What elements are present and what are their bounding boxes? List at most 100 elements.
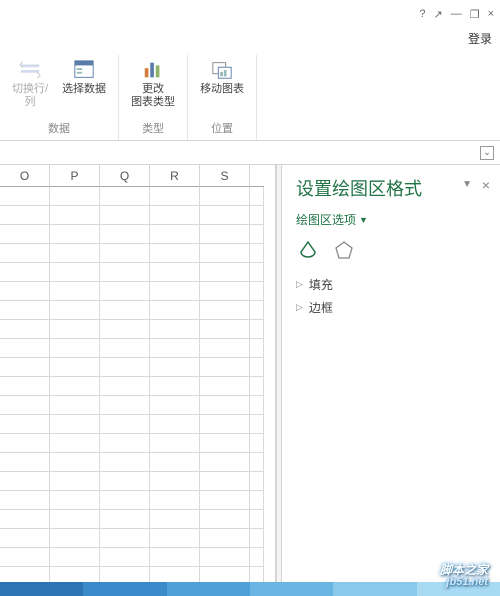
- cell[interactable]: [200, 472, 250, 491]
- cell[interactable]: [200, 453, 250, 472]
- cell[interactable]: [100, 244, 150, 263]
- cell[interactable]: [50, 225, 100, 244]
- cell[interactable]: [200, 282, 250, 301]
- cell[interactable]: [50, 301, 100, 320]
- cell[interactable]: [100, 529, 150, 548]
- cell[interactable]: [200, 548, 250, 567]
- cell[interactable]: [50, 320, 100, 339]
- cell[interactable]: [0, 415, 50, 434]
- cell[interactable]: [0, 434, 50, 453]
- cell[interactable]: [250, 377, 264, 396]
- cell[interactable]: [150, 510, 200, 529]
- cell[interactable]: [200, 339, 250, 358]
- cell[interactable]: [100, 396, 150, 415]
- cell[interactable]: [0, 453, 50, 472]
- cell[interactable]: [0, 396, 50, 415]
- cell[interactable]: [150, 453, 200, 472]
- cell[interactable]: [150, 263, 200, 282]
- cell[interactable]: [100, 282, 150, 301]
- cell[interactable]: [150, 415, 200, 434]
- cell[interactable]: [200, 301, 250, 320]
- cell[interactable]: [200, 206, 250, 225]
- cell[interactable]: [100, 339, 150, 358]
- cell[interactable]: [250, 434, 264, 453]
- expand-formula-bar-icon[interactable]: ⌄: [480, 146, 494, 160]
- cell[interactable]: [100, 377, 150, 396]
- cell[interactable]: [0, 244, 50, 263]
- cell[interactable]: [200, 491, 250, 510]
- cell[interactable]: [0, 529, 50, 548]
- ribbon-options-icon[interactable]: ↗: [433, 8, 442, 21]
- cell[interactable]: [200, 244, 250, 263]
- cell[interactable]: [200, 434, 250, 453]
- col-header[interactable]: O: [0, 165, 50, 187]
- cell[interactable]: [150, 225, 200, 244]
- cell[interactable]: [150, 434, 200, 453]
- cell[interactable]: [200, 396, 250, 415]
- col-header[interactable]: P: [50, 165, 100, 187]
- cell[interactable]: [200, 320, 250, 339]
- cell[interactable]: [0, 548, 50, 567]
- cell[interactable]: [250, 320, 264, 339]
- help-icon[interactable]: ?: [419, 8, 425, 20]
- maximize-icon[interactable]: ❐: [470, 8, 480, 21]
- cell[interactable]: [100, 358, 150, 377]
- cell[interactable]: [100, 453, 150, 472]
- cell[interactable]: [50, 529, 100, 548]
- cell[interactable]: [250, 453, 264, 472]
- cell[interactable]: [0, 301, 50, 320]
- fill-line-icon[interactable]: [298, 240, 318, 260]
- col-header[interactable]: Q: [100, 165, 150, 187]
- cell[interactable]: [50, 491, 100, 510]
- cell[interactable]: [150, 491, 200, 510]
- cell[interactable]: [200, 415, 250, 434]
- cell[interactable]: [0, 491, 50, 510]
- cell[interactable]: [50, 510, 100, 529]
- cell[interactable]: [150, 377, 200, 396]
- cell[interactable]: [250, 339, 264, 358]
- cell[interactable]: [100, 434, 150, 453]
- cell[interactable]: [50, 377, 100, 396]
- cell[interactable]: [100, 491, 150, 510]
- cell[interactable]: [250, 491, 264, 510]
- pane-selector[interactable]: 绘图区选项 ▼: [296, 211, 490, 228]
- cell[interactable]: [50, 282, 100, 301]
- cell[interactable]: [0, 225, 50, 244]
- cell[interactable]: [0, 206, 50, 225]
- cell[interactable]: [250, 358, 264, 377]
- cell[interactable]: [100, 472, 150, 491]
- cell[interactable]: [50, 434, 100, 453]
- cell[interactable]: [200, 510, 250, 529]
- cell[interactable]: [0, 377, 50, 396]
- cell[interactable]: [150, 206, 200, 225]
- cell[interactable]: [50, 396, 100, 415]
- cell[interactable]: [250, 301, 264, 320]
- cell[interactable]: [250, 206, 264, 225]
- cell[interactable]: [150, 472, 200, 491]
- cell[interactable]: [150, 548, 200, 567]
- cell[interactable]: [200, 529, 250, 548]
- cell[interactable]: [0, 510, 50, 529]
- cell[interactable]: [50, 548, 100, 567]
- login-link[interactable]: 登录: [0, 28, 500, 51]
- cell[interactable]: [250, 187, 264, 206]
- cell[interactable]: [150, 301, 200, 320]
- cell[interactable]: [250, 472, 264, 491]
- col-header[interactable]: S: [200, 165, 250, 187]
- worksheet-grid[interactable]: O P Q R S: [0, 165, 276, 595]
- cell[interactable]: [150, 339, 200, 358]
- close-icon[interactable]: ×: [488, 8, 494, 20]
- border-section[interactable]: ▷ 边框: [296, 299, 490, 316]
- cell[interactable]: [250, 225, 264, 244]
- cell[interactable]: [50, 263, 100, 282]
- cell[interactable]: [0, 339, 50, 358]
- cell[interactable]: [250, 510, 264, 529]
- cell[interactable]: [200, 187, 250, 206]
- cell[interactable]: [100, 510, 150, 529]
- cell[interactable]: [100, 415, 150, 434]
- cell[interactable]: [150, 282, 200, 301]
- cell[interactable]: [150, 396, 200, 415]
- cell[interactable]: [200, 263, 250, 282]
- cell[interactable]: [150, 358, 200, 377]
- cell[interactable]: [250, 263, 264, 282]
